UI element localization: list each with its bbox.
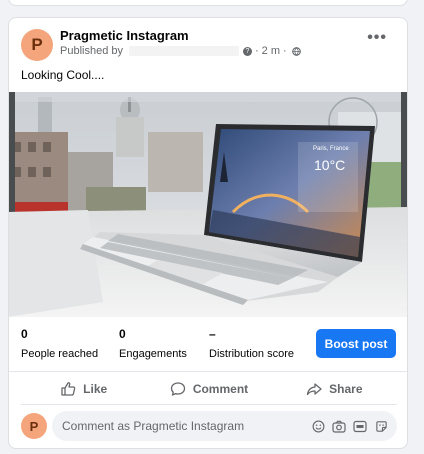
meta-separator: · bbox=[255, 45, 259, 57]
post-time[interactable]: 2 m bbox=[262, 45, 280, 57]
globe-icon bbox=[291, 46, 301, 56]
like-label: Like bbox=[83, 381, 108, 396]
share-label: Share bbox=[329, 381, 363, 396]
screen-city-text: Paris, France bbox=[313, 146, 349, 152]
comment-tools bbox=[305, 418, 389, 434]
share-button[interactable]: Share bbox=[272, 373, 397, 404]
boost-post-button[interactable]: Boost post bbox=[316, 329, 396, 358]
people-reached-value: 0 bbox=[21, 327, 28, 341]
emoji-icon[interactable] bbox=[310, 418, 326, 434]
distribution-score-label: Distribution score bbox=[209, 348, 294, 360]
post-meta: Published by ? · 2 m · bbox=[60, 45, 301, 57]
distribution-score-stat: – Distribution score bbox=[209, 327, 294, 360]
page-name-link[interactable]: Pragmetic Instagram bbox=[60, 28, 189, 43]
engagements-value: 0 bbox=[119, 327, 126, 341]
comment-composer: P bbox=[9, 410, 407, 444]
like-icon bbox=[61, 381, 76, 396]
sticker-icon[interactable] bbox=[373, 418, 389, 434]
comment-label: Comment bbox=[192, 381, 249, 396]
post-caption: Looking Cool.... bbox=[21, 68, 105, 82]
more-options-icon[interactable]: ••• bbox=[367, 30, 387, 46]
post-actions: Like Comment Share bbox=[21, 373, 397, 405]
screen-temp-text: 10°C bbox=[314, 157, 345, 173]
people-reached-stat: 0 People reached bbox=[21, 327, 98, 360]
comment-button[interactable]: Comment bbox=[146, 373, 271, 404]
like-button[interactable]: Like bbox=[21, 373, 146, 404]
laptop-city-photo: Paris, France 10°C bbox=[9, 92, 407, 317]
meta-separator-2: · bbox=[283, 45, 287, 57]
distribution-score-value: – bbox=[209, 327, 216, 341]
engagements-label: Engagements bbox=[119, 348, 187, 360]
info-icon[interactable]: ? bbox=[243, 46, 252, 56]
post-insights: 0 People reached 0 Engagements – Distrib… bbox=[9, 317, 407, 372]
people-reached-label: People reached bbox=[21, 348, 99, 360]
share-icon bbox=[306, 382, 322, 395]
engagements-stat: 0 Engagements bbox=[119, 327, 187, 360]
post-card: P Pragmetic Instagram Published by ? · 2… bbox=[8, 17, 408, 449]
camera-icon[interactable] bbox=[331, 418, 347, 434]
post-photo[interactable]: Paris, France 10°C bbox=[9, 92, 407, 317]
page-avatar[interactable]: P bbox=[21, 29, 53, 61]
post-header: P Pragmetic Instagram Published by ? · 2… bbox=[9, 18, 407, 66]
gif-icon[interactable] bbox=[352, 418, 368, 434]
publisher-name-redacted bbox=[129, 46, 239, 56]
previous-post-card bbox=[8, 0, 408, 6]
commenter-avatar[interactable]: P bbox=[21, 413, 47, 439]
published-by-label: Published by bbox=[60, 45, 123, 57]
comment-icon bbox=[170, 381, 185, 396]
